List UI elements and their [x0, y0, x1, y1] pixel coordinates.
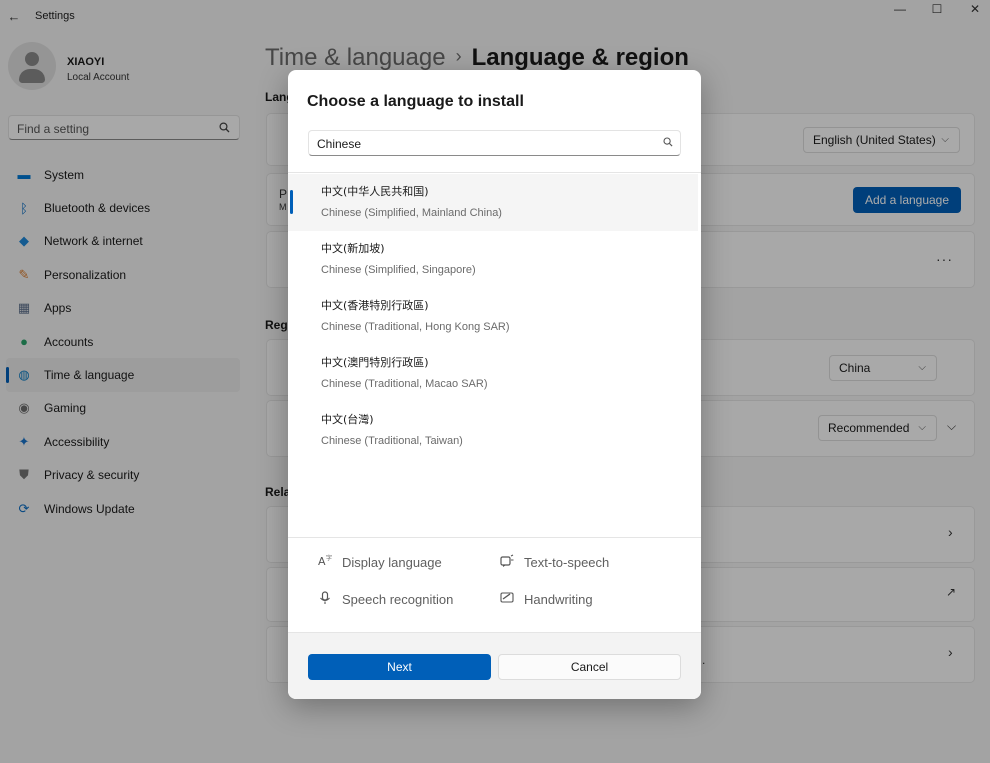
- language-option[interactable]: 中文(香港特別行政區) Chinese (Traditional, Hong Ko…: [288, 288, 701, 345]
- microphone-icon: [317, 591, 333, 608]
- display-language-icon: A字: [317, 554, 333, 571]
- choose-language-dialog: Choose a language to install 中文(中华人民共和国)…: [288, 70, 701, 699]
- language-english-name: Chinese (Traditional, Hong Kong SAR): [321, 321, 510, 333]
- feature-speech-recognition-label: Speech recognition: [342, 592, 454, 607]
- language-native-name: 中文(新加坡): [321, 242, 385, 255]
- feature-text-to-speech-label: Text-to-speech: [524, 555, 610, 570]
- language-option[interactable]: 中文(中华人民共和国) Chinese (Simplified, Mainland…: [288, 174, 698, 231]
- language-native-name: 中文(台灣): [321, 413, 374, 426]
- next-button[interactable]: Next: [308, 654, 491, 680]
- language-search-field[interactable]: [308, 130, 681, 156]
- feature-display-language-label: Display language: [342, 555, 442, 570]
- feature-display-language: A字 Display language: [317, 554, 442, 571]
- handwriting-icon: [499, 591, 515, 607]
- language-native-name: 中文(香港特別行政區): [321, 299, 429, 312]
- svg-text:字: 字: [326, 554, 332, 562]
- text-to-speech-icon: [499, 554, 515, 571]
- language-english-name: Chinese (Simplified, Mainland China): [321, 207, 502, 219]
- language-native-name: 中文(中华人民共和国): [321, 185, 429, 198]
- list-divider: [288, 172, 701, 173]
- dialog-title: Choose a language to install: [307, 93, 524, 110]
- language-english-name: Chinese (Traditional, Macao SAR): [321, 378, 488, 390]
- language-option[interactable]: 中文(台灣) Chinese (Traditional, Taiwan): [288, 402, 701, 459]
- feature-speech-recognition: Speech recognition: [317, 591, 453, 608]
- language-native-name: 中文(澳門特別行政區): [321, 356, 429, 369]
- search-icon: [663, 137, 673, 150]
- features-divider: [288, 537, 701, 538]
- language-option[interactable]: 中文(新加坡) Chinese (Simplified, Singapore): [288, 231, 701, 288]
- language-english-name: Chinese (Traditional, Taiwan): [321, 435, 463, 447]
- feature-handwriting-label: Handwriting: [524, 591, 593, 607]
- feature-text-to-speech: Text-to-speech: [499, 554, 609, 571]
- svg-text:A: A: [318, 555, 326, 568]
- feature-handwriting: Handwriting: [499, 591, 593, 607]
- cancel-button[interactable]: Cancel: [498, 654, 681, 680]
- language-list: 中文(中华人民共和国) Chinese (Simplified, Mainland…: [288, 174, 701, 459]
- language-english-name: Chinese (Simplified, Singapore): [321, 264, 476, 276]
- language-search-input[interactable]: [317, 135, 647, 152]
- language-option[interactable]: 中文(澳門特別行政區) Chinese (Traditional, Macao S…: [288, 345, 701, 402]
- dialog-footer: Next Cancel: [288, 632, 701, 699]
